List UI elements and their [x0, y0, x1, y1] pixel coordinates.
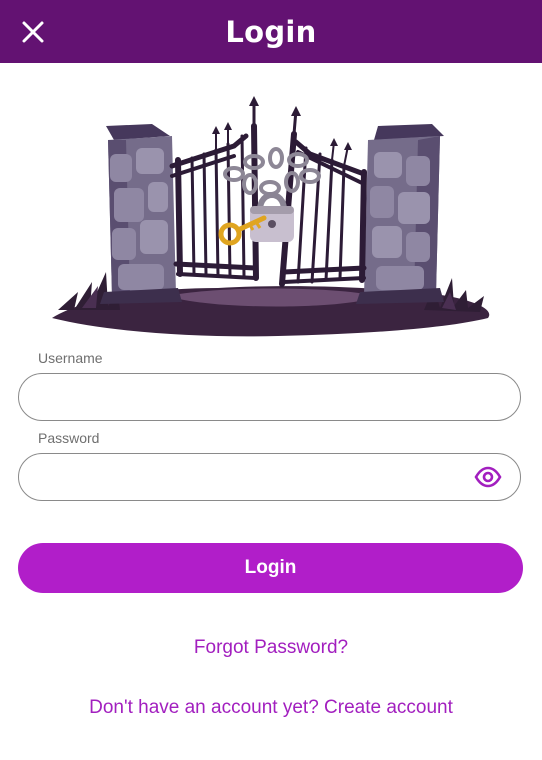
password-label: Password [38, 430, 100, 446]
locked-gate-illustration [52, 96, 490, 337]
toggle-password-visibility-button[interactable] [474, 465, 502, 489]
page-title: Login [225, 14, 317, 49]
close-button[interactable] [14, 13, 52, 51]
password-input[interactable] [39, 454, 483, 502]
password-field-container [18, 453, 521, 502]
forgot-password-link[interactable]: Forgot Password? [0, 637, 542, 659]
create-account-link[interactable]: Don't have an account yet? Create accoun… [0, 697, 542, 719]
close-icon [22, 21, 44, 43]
username-input[interactable] [39, 374, 483, 422]
username-field-container [18, 373, 521, 422]
login-button[interactable]: Login [18, 543, 523, 593]
eye-icon [474, 466, 502, 488]
username-label: Username [38, 350, 103, 366]
app-header: Login [0, 0, 542, 63]
